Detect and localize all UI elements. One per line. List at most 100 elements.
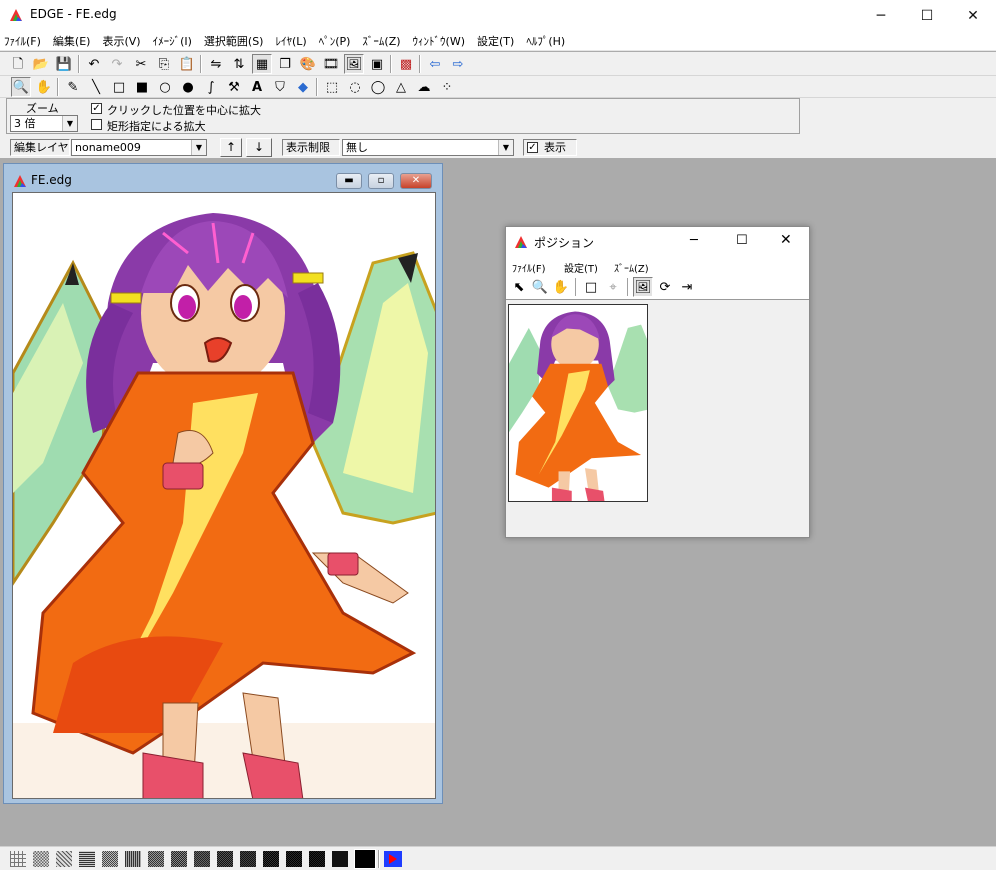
filled-circle-icon[interactable]: ● — [178, 77, 198, 97]
fill-icon[interactable]: ◆ — [293, 77, 313, 97]
export-icon[interactable]: ⇥ — [677, 277, 697, 297]
maximize-button[interactable]: ☐ — [904, 0, 950, 31]
menu-layer[interactable]: ﾚｲﾔ(L) — [275, 33, 306, 49]
position-maximize-button[interactable]: ☐ — [736, 233, 748, 248]
pattern-swatch[interactable] — [56, 851, 72, 867]
pattern-swatch[interactable] — [240, 851, 256, 867]
new-file-icon[interactable]: 🗋 — [8, 54, 28, 74]
arrow-right-icon[interactable]: ⇨ — [448, 54, 468, 74]
cut-icon[interactable]: ✂ — [131, 54, 151, 74]
grid-icon[interactable]: ▦ — [252, 54, 272, 74]
crosshair-icon[interactable]: ⌖ — [603, 277, 623, 297]
film-icon[interactable]: 🎞 — [321, 54, 341, 74]
pattern-swatch[interactable] — [171, 851, 187, 867]
hand-icon[interactable]: ✋ — [551, 277, 571, 297]
display-limit-select[interactable]: 無し ▼ — [342, 139, 514, 156]
layer-select[interactable]: noname009 ▼ — [71, 139, 207, 156]
menu-view[interactable]: 表示(V) — [102, 33, 140, 49]
menu-image[interactable]: ｲﾒｰｼﾞ(I) — [153, 33, 192, 49]
pattern-swatch[interactable] — [79, 851, 95, 867]
menu-file[interactable]: ﾌｧｲﾙ(F) — [4, 33, 41, 49]
menu-zoom[interactable]: ｽﾞｰﾑ(Z) — [362, 33, 400, 49]
pointer-icon[interactable]: ⬉ — [509, 277, 529, 297]
open-folder-icon[interactable]: 📂 — [31, 54, 51, 74]
menu-selection[interactable]: 選択範囲(S) — [204, 33, 264, 49]
text-icon[interactable]: A — [247, 77, 267, 97]
pattern-swatch[interactable] — [332, 851, 348, 867]
menu-settings[interactable]: 設定(T) — [477, 33, 514, 49]
show-toggle[interactable]: ✓ 表示 — [523, 139, 577, 156]
pixel-grid-icon[interactable]: ▩ — [396, 54, 416, 74]
position-thumbnail[interactable] — [508, 304, 648, 502]
select-polygon-icon[interactable]: △ — [391, 77, 411, 97]
magnifier-icon[interactable]: 🔍 — [530, 277, 550, 297]
menu-pen[interactable]: ﾍﾟﾝ(P) — [319, 33, 351, 49]
pattern-swatch[interactable] — [125, 851, 141, 867]
menu-help[interactable]: ﾍﾙﾌﾟ(H) — [526, 33, 565, 49]
position-window[interactable]: ポジション ─ ☐ ✕ ﾌｧｲﾙ(F) 設定(T) ｽﾞｰﾑ(Z) ⬉ 🔍 ✋ … — [505, 226, 810, 538]
document-window[interactable]: FE.edg ▬ ▫ ✕ — [3, 163, 443, 804]
minimize-button[interactable]: ─ — [858, 0, 904, 31]
color-swatch-icon[interactable] — [384, 851, 402, 867]
image-view-icon[interactable]: 🖼 — [344, 54, 364, 74]
rect-icon[interactable]: □ — [109, 77, 129, 97]
curve-icon[interactable]: ∫ — [201, 77, 221, 97]
save-disk-icon[interactable]: 💾 — [54, 54, 74, 74]
pattern-swatch[interactable] — [148, 851, 164, 867]
circle-icon[interactable]: ○ — [155, 77, 175, 97]
arrow-left-icon[interactable]: ⇦ — [425, 54, 445, 74]
select-lasso-icon[interactable]: ◯ — [368, 77, 388, 97]
drawing-canvas[interactable] — [12, 192, 436, 799]
doc-restore-button[interactable]: ▫ — [368, 173, 394, 189]
redo-icon[interactable]: ↷ — [107, 54, 127, 74]
line-icon[interactable]: ╲ — [86, 77, 106, 97]
hammer-icon[interactable]: ⚒ — [224, 77, 244, 97]
rect-zoom-checkbox[interactable] — [91, 119, 102, 130]
layer-bar: 編集レイヤ noname009 ▼ ↑ ↓ 表示制限 無し ▼ ✓ 表示 — [0, 138, 996, 158]
flip-horizontal-icon[interactable]: ⇋ — [206, 54, 226, 74]
pattern-swatch[interactable] — [263, 851, 279, 867]
picture-icon[interactable]: 🖼 — [633, 277, 653, 297]
menu-edit[interactable]: 編集(E) — [53, 33, 91, 49]
select-rect-icon[interactable]: ⬚ — [322, 77, 342, 97]
pattern-swatch[interactable] — [102, 851, 118, 867]
position-minimize-button[interactable]: ─ — [690, 233, 698, 248]
flip-vertical-icon[interactable]: ⇅ — [229, 54, 249, 74]
pattern-swatch[interactable] — [309, 851, 325, 867]
position-close-button[interactable]: ✕ — [780, 232, 792, 248]
palette-icon[interactable]: 🎨 — [298, 54, 318, 74]
zoom-select[interactable]: 3 倍 ▼ — [10, 115, 78, 132]
pattern-swatch[interactable] — [33, 851, 49, 867]
pattern-swatch[interactable] — [217, 851, 233, 867]
position-menu-file[interactable]: ﾌｧｲﾙ(F) — [512, 260, 546, 275]
pattern-swatch[interactable] — [286, 851, 302, 867]
layer-down-button[interactable]: ↓ — [246, 138, 272, 157]
layer-up-button[interactable]: ↑ — [220, 138, 242, 157]
select-magic-icon[interactable]: ⁘ — [437, 77, 457, 97]
pen-icon[interactable]: ✎ — [63, 77, 83, 97]
doc-close-button[interactable]: ✕ — [400, 173, 432, 189]
copy-icon[interactable]: ⎘ — [154, 54, 174, 74]
refresh-icon[interactable]: ⟳ — [655, 277, 675, 297]
pattern-solid-selected[interactable] — [354, 849, 376, 869]
zoom-icon[interactable]: 🔍 — [11, 77, 31, 97]
layers-icon[interactable]: ❐ — [275, 54, 295, 74]
center-zoom-checkbox[interactable]: ✓ — [91, 103, 102, 114]
pattern-swatch[interactable] — [10, 851, 26, 867]
doc-minimize-button[interactable]: ▬ — [336, 173, 362, 189]
filled-rect-icon[interactable]: ■ — [132, 77, 152, 97]
show-checkbox[interactable]: ✓ — [527, 142, 538, 153]
frame-icon[interactable]: ▣ — [367, 54, 387, 74]
paste-icon[interactable]: 📋 — [177, 54, 197, 74]
frame-icon[interactable]: □ — [581, 277, 601, 297]
pattern-swatch[interactable] — [194, 851, 210, 867]
select-circle-icon[interactable]: ◌ — [345, 77, 365, 97]
undo-icon[interactable]: ↶ — [84, 54, 104, 74]
select-blob-icon[interactable]: ☁ — [414, 77, 434, 97]
position-menu-settings[interactable]: 設定(T) — [564, 260, 598, 275]
bucket-icon[interactable]: ⛉ — [270, 77, 290, 97]
hand-icon[interactable]: ✋ — [34, 77, 54, 97]
position-menu-zoom[interactable]: ｽﾞｰﾑ(Z) — [614, 260, 649, 275]
menu-window[interactable]: ｳｨﾝﾄﾞｳ(W) — [413, 33, 465, 49]
close-button[interactable]: ✕ — [950, 0, 996, 31]
